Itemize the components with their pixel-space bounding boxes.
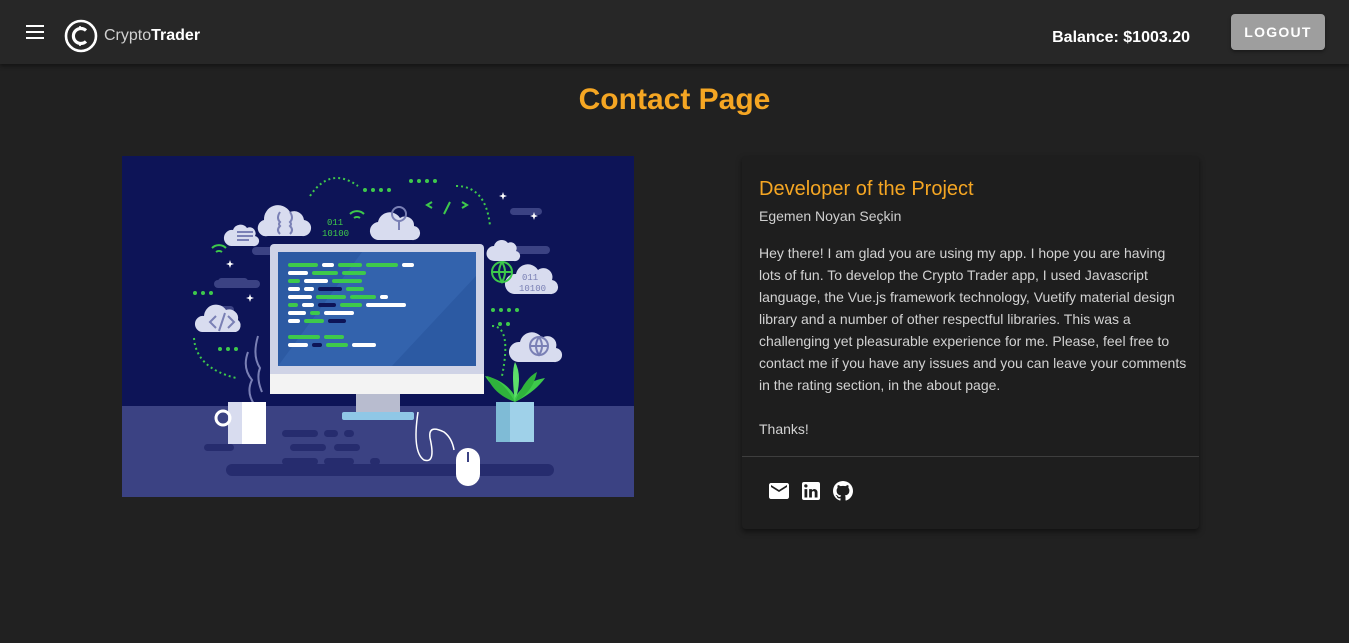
brand-name[interactable]: CryptoTrader [104,27,200,45]
crypto-coin-logo[interactable] [64,19,98,53]
linkedin-icon[interactable] [799,479,823,503]
card-body: Hey there! I am glad you are using my ap… [759,242,1189,462]
brand-name-part1: Crypto [104,27,152,44]
page-title: Contact Page [578,83,771,116]
binary-text-top-2: 10100 [322,229,349,239]
binary-text-right-2: 10100 [519,284,546,294]
card-thanks: Thanks! [759,421,809,437]
github-icon[interactable] [831,479,855,503]
brand-name-part2: Trader [151,27,201,44]
logout-button[interactable]: LOGOUT [1231,14,1325,50]
developer-card: Developer of the Project Egemen Noyan Se… [742,156,1199,529]
card-title: Developer of the Project [759,178,974,200]
developer-workspace-illustration: 011 10100 011 10100 [122,156,634,497]
binary-text-right-1: 011 [522,273,538,283]
hamburger-menu-icon[interactable] [20,18,52,46]
developer-name: Egemen Noyan Seçkin [759,208,902,224]
card-divider [742,456,1199,457]
email-icon[interactable] [767,479,791,503]
card-paragraph: Hey there! I am glad you are using my ap… [759,245,1187,393]
app-bar: CryptoTrader Balance: $1003.20 LOGOUT [0,0,1349,64]
balance-display: Balance: $1003.20 [1052,29,1190,46]
binary-text-top-1: 011 [327,218,343,228]
